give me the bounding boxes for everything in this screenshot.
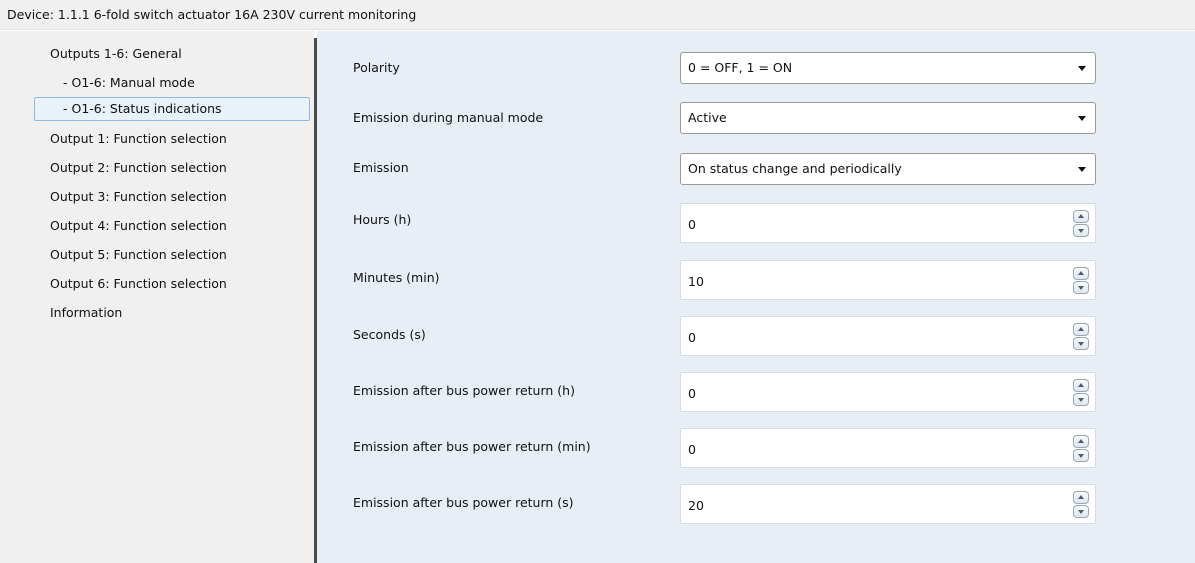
emission-manual-mode-value: Active (688, 110, 727, 125)
hours-value: 0 (688, 217, 696, 232)
sidebar-item-information[interactable]: Information (50, 301, 122, 325)
minutes-label: Minutes (min) (353, 270, 440, 285)
spin-down-icon[interactable] (1073, 337, 1089, 350)
bus-return-seconds-label: Emission after bus power return (s) (353, 495, 574, 510)
spin-up-icon[interactable] (1073, 210, 1089, 223)
spin-down-icon[interactable] (1073, 224, 1089, 237)
chevron-down-icon (1078, 66, 1086, 71)
bus-return-minutes-spinner[interactable]: 0 (680, 428, 1096, 468)
emission-dropdown[interactable]: On status change and periodically (680, 153, 1096, 185)
chevron-down-icon (1078, 116, 1086, 121)
device-title: Device: 1.1.1 6-fold switch actuator 16A… (0, 0, 1195, 30)
seconds-label: Seconds (s) (353, 327, 426, 342)
minutes-spinner[interactable]: 10 (680, 260, 1096, 300)
sidebar-item-output-4[interactable]: Output 4: Function selection (50, 214, 227, 238)
spin-up-icon[interactable] (1073, 267, 1089, 280)
sidebar-item-output-2[interactable]: Output 2: Function selection (50, 156, 227, 180)
emission-label: Emission (353, 160, 409, 175)
bus-return-hours-label: Emission after bus power return (h) (353, 383, 575, 398)
minutes-value: 10 (688, 274, 704, 289)
polarity-value: 0 = OFF, 1 = ON (688, 60, 793, 75)
sidebar-item-output-3[interactable]: Output 3: Function selection (50, 185, 227, 209)
chevron-down-icon (1078, 167, 1086, 172)
spin-down-icon[interactable] (1073, 449, 1089, 462)
bus-return-seconds-value: 20 (688, 498, 704, 513)
seconds-value: 0 (688, 330, 696, 345)
emission-manual-mode-dropdown[interactable]: Active (680, 102, 1096, 134)
spin-up-icon[interactable] (1073, 323, 1089, 336)
bus-return-hours-spinner[interactable]: 0 (680, 372, 1096, 412)
sidebar-item-status-indications[interactable]: - O1-6: Status indications (34, 97, 310, 121)
bus-return-minutes-label: Emission after bus power return (min) (353, 439, 591, 454)
hours-spinner[interactable]: 0 (680, 203, 1096, 243)
spin-down-icon[interactable] (1073, 393, 1089, 406)
sidebar-item-output-1[interactable]: Output 1: Function selection (50, 127, 227, 151)
bus-return-seconds-spinner[interactable]: 20 (680, 484, 1096, 524)
sidebar-item-output-6[interactable]: Output 6: Function selection (50, 272, 227, 296)
polarity-label: Polarity (353, 60, 400, 75)
spin-up-icon[interactable] (1073, 379, 1089, 392)
polarity-dropdown[interactable]: 0 = OFF, 1 = ON (680, 52, 1096, 84)
emission-value: On status change and periodically (688, 161, 902, 176)
bus-return-hours-value: 0 (688, 386, 696, 401)
spin-up-icon[interactable] (1073, 435, 1089, 448)
hours-label: Hours (h) (353, 212, 412, 227)
sidebar-item-manual-mode[interactable]: - O1-6: Manual mode (63, 71, 195, 95)
seconds-spinner[interactable]: 0 (680, 316, 1096, 356)
sidebar-item-output-5[interactable]: Output 5: Function selection (50, 243, 227, 267)
sidebar-item-outputs-general[interactable]: Outputs 1-6: General (50, 42, 182, 66)
spin-down-icon[interactable] (1073, 281, 1089, 294)
bus-return-minutes-value: 0 (688, 442, 696, 457)
emission-manual-mode-label: Emission during manual mode (353, 110, 544, 125)
spin-up-icon[interactable] (1073, 491, 1089, 504)
spin-down-icon[interactable] (1073, 505, 1089, 518)
